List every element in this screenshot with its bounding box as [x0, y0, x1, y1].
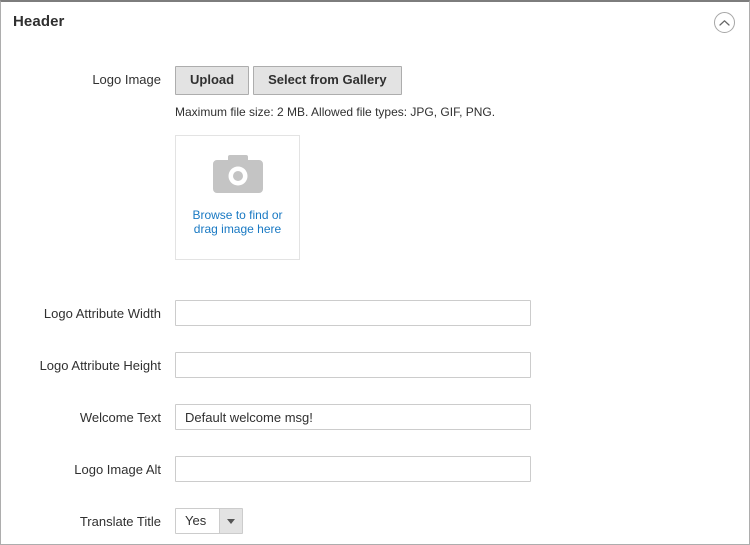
dropzone-link-line-2: drag image here [188, 222, 288, 236]
dropzone-link-line-1: Browse to find or [188, 208, 288, 222]
welcome-text-label: Welcome Text [1, 404, 175, 425]
logo-attribute-width-control [175, 300, 749, 326]
logo-image-alt-input[interactable] [175, 456, 531, 482]
logo-image-control: Upload Select from Gallery Maximum file … [175, 66, 749, 260]
welcome-text-control [175, 404, 749, 430]
camera-icon [213, 155, 263, 198]
logo-attribute-width-label: Logo Attribute Width [1, 300, 175, 321]
logo-image-note: Maximum file size: 2 MB. Allowed file ty… [175, 105, 749, 119]
page-title: Header [13, 13, 733, 31]
translate-title-selected-value: Yes [176, 509, 219, 533]
field-row-logo-image-alt: Logo Image Alt [1, 456, 749, 482]
dropzone-browse-link[interactable]: Browse to find or drag image here [188, 208, 288, 236]
logo-image-alt-control [175, 456, 749, 482]
translate-title-label: Translate Title [1, 508, 175, 529]
logo-image-alt-label: Logo Image Alt [1, 456, 175, 477]
field-row-logo-image: Logo Image Upload Select from Gallery Ma… [1, 66, 749, 260]
logo-attribute-height-control [175, 352, 749, 378]
field-row-translate-title: Translate Title Yes [1, 508, 749, 534]
header-form: Logo Image Upload Select from Gallery Ma… [1, 42, 749, 534]
welcome-text-input[interactable] [175, 404, 531, 430]
spacer [1, 260, 749, 300]
chevron-down-icon [227, 519, 235, 524]
logo-image-label: Logo Image [1, 66, 175, 87]
logo-image-buttons: Upload Select from Gallery [175, 66, 749, 95]
select-from-gallery-button[interactable]: Select from Gallery [253, 66, 402, 95]
header-settings-panel: Header Logo Image Upload Select from Gal… [0, 0, 750, 545]
image-dropzone[interactable]: Browse to find or drag image here [175, 135, 300, 260]
field-row-logo-attribute-height: Logo Attribute Height [1, 352, 749, 378]
chevron-up-circle-icon [719, 19, 730, 27]
logo-attribute-height-label: Logo Attribute Height [1, 352, 175, 373]
section-header: Header [1, 2, 749, 42]
translate-title-select[interactable]: Yes [175, 508, 243, 534]
translate-title-control: Yes [175, 508, 749, 534]
field-row-logo-attribute-width: Logo Attribute Width [1, 300, 749, 326]
collapse-section-button[interactable] [714, 12, 735, 33]
upload-button[interactable]: Upload [175, 66, 249, 95]
field-row-welcome-text: Welcome Text [1, 404, 749, 430]
logo-attribute-height-input[interactable] [175, 352, 531, 378]
logo-attribute-width-input[interactable] [175, 300, 531, 326]
translate-title-dropdown-button[interactable] [219, 509, 242, 533]
